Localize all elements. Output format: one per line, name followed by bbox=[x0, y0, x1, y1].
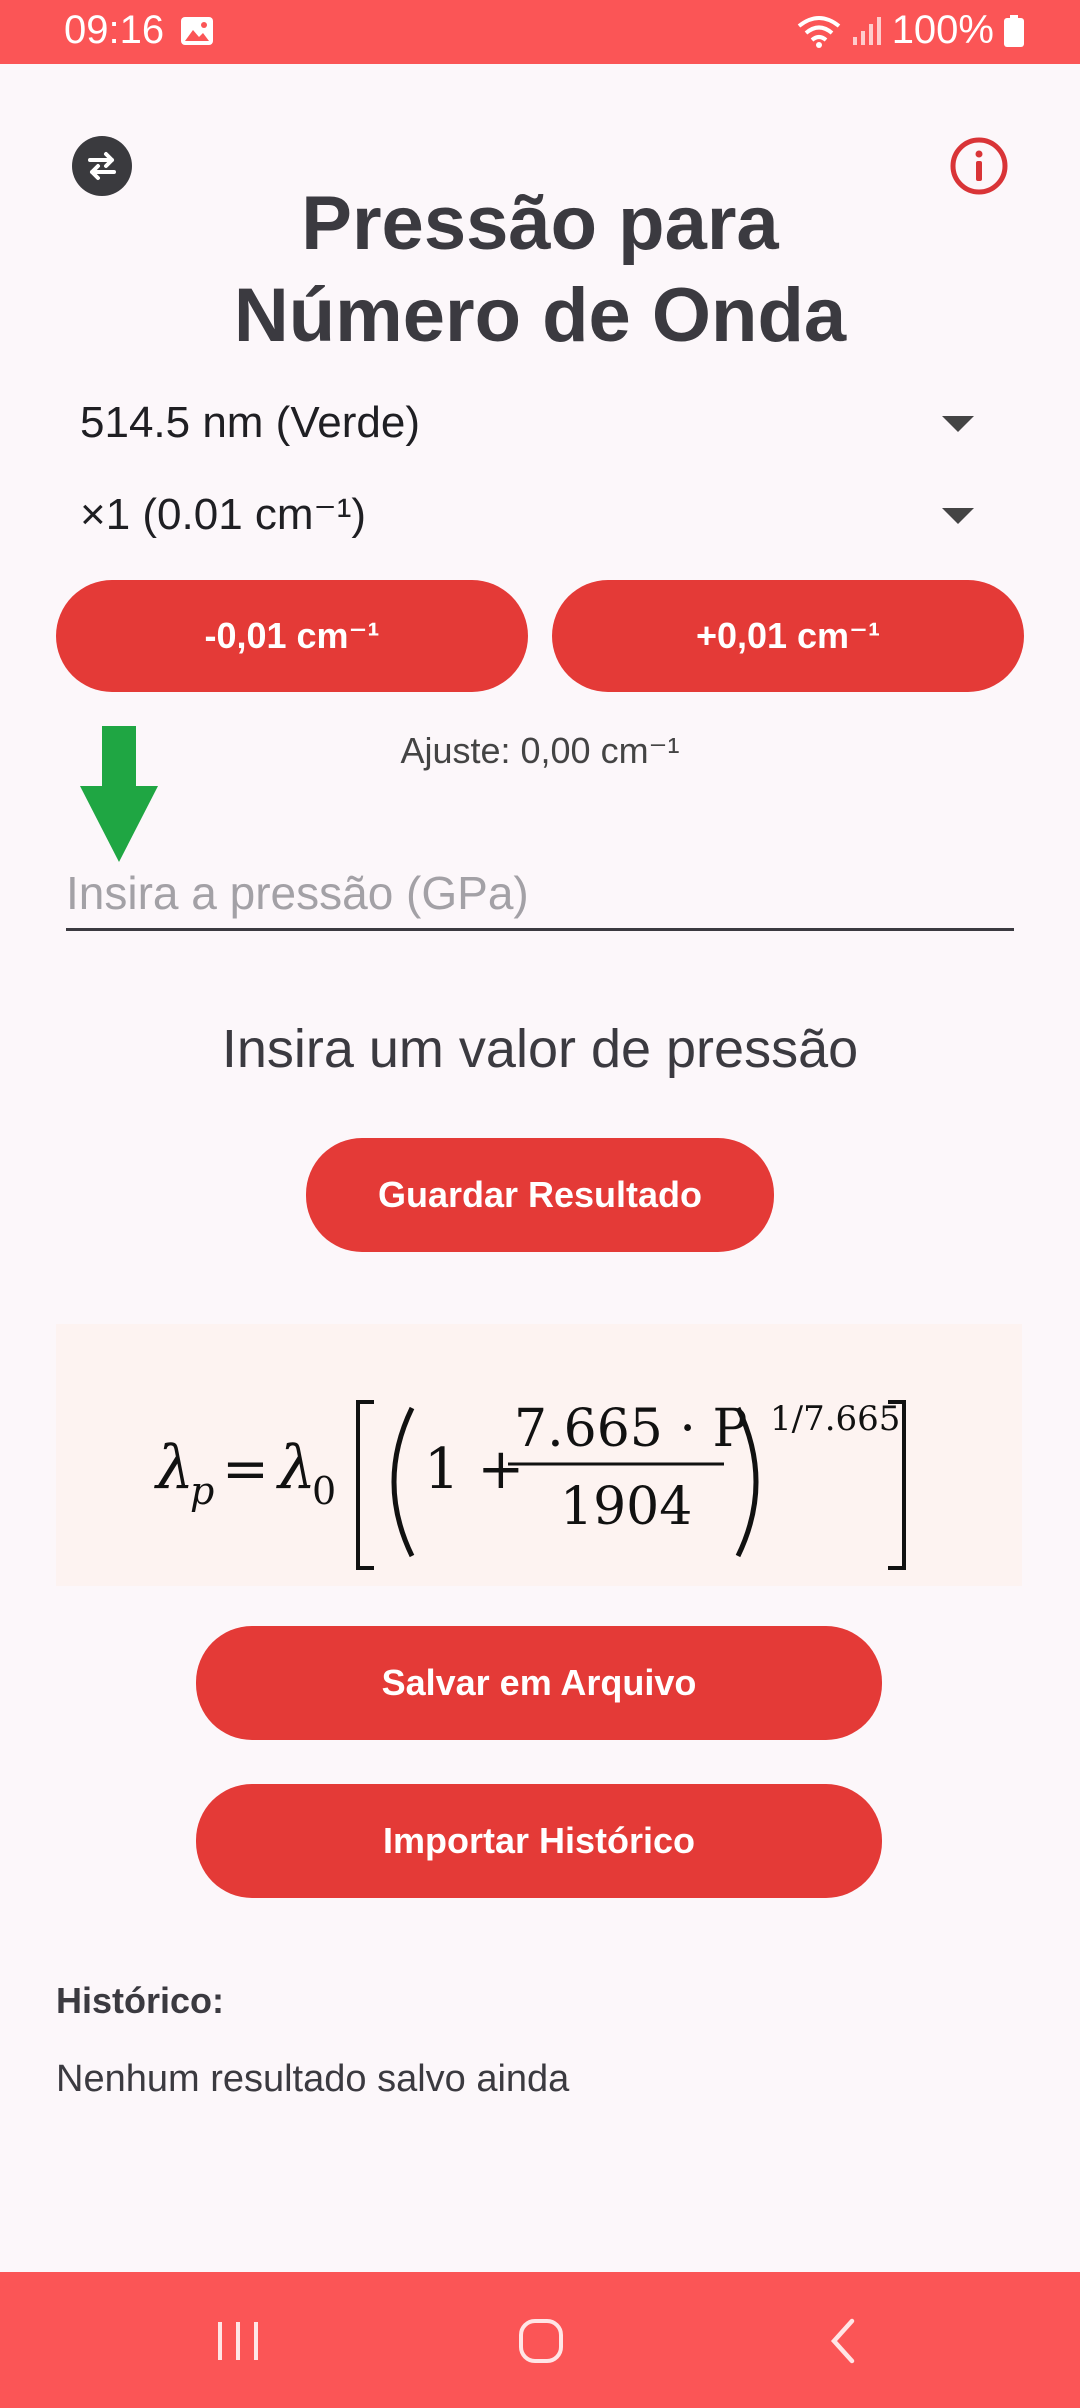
arrow-down-icon bbox=[80, 726, 158, 862]
formula-svg: λ p = λ 0 1 + 7.665 · P 1904 1/7.665 bbox=[154, 1399, 906, 1570]
back-icon[interactable] bbox=[826, 2316, 860, 2366]
formula-equals: = bbox=[222, 1437, 269, 1502]
save-result-button[interactable]: Guardar Resultado bbox=[306, 1138, 774, 1252]
status-time: 09:16 bbox=[64, 8, 165, 52]
history-title: Histórico: bbox=[56, 1980, 225, 2021]
formula-numerator: 7.665 · P bbox=[514, 1399, 747, 1459]
step-selected: ×1 (0.01 cm⁻¹) bbox=[80, 490, 367, 539]
step-dropdown[interactable]: ×1 (0.01 cm⁻¹) bbox=[80, 480, 980, 550]
pressure-input[interactable] bbox=[66, 858, 1014, 931]
formula-one-plus: 1 + bbox=[424, 1437, 524, 1502]
formula-lambda0-sub: 0 bbox=[312, 1469, 336, 1513]
home-icon[interactable] bbox=[516, 2316, 566, 2366]
page-title: Pressão para Número de Onda bbox=[0, 178, 1080, 362]
wavelength-dropdown[interactable]: 514.5 nm (Verde) bbox=[80, 388, 980, 458]
battery-icon bbox=[1004, 14, 1024, 47]
left-bracket bbox=[356, 1400, 374, 1570]
status-right: 100% bbox=[796, 8, 1024, 53]
formula-denominator: 1904 bbox=[560, 1477, 692, 1537]
left-paren bbox=[391, 1406, 415, 1558]
formula-box: λ p = λ 0 1 + 7.665 · P 1904 1/7.665 bbox=[56, 1324, 1022, 1586]
page-title-line1: Pressão para bbox=[301, 181, 779, 266]
battery-text: 100% bbox=[891, 8, 994, 52]
formula-lhs: λ bbox=[154, 1433, 194, 1503]
chevron-down-icon bbox=[942, 416, 974, 432]
wifi-icon bbox=[797, 15, 840, 48]
wavelength-selected: 514.5 nm (Verde) bbox=[80, 398, 420, 447]
history-empty-text: Nenhum resultado salvo ainda bbox=[56, 2058, 570, 2100]
increment-button[interactable]: +0,01 cm⁻¹ bbox=[552, 580, 1024, 692]
import-history-button[interactable]: Importar Histórico bbox=[196, 1784, 882, 1898]
signal-icon bbox=[852, 16, 881, 45]
page-title-line2: Número de Onda bbox=[233, 273, 847, 358]
save-file-button[interactable]: Salvar em Arquivo bbox=[196, 1626, 882, 1740]
formula-exponent: 1/7.665 bbox=[770, 1399, 900, 1439]
adjust-value: Ajuste: 0,00 cm⁻¹ bbox=[400, 730, 680, 771]
recent-apps-icon[interactable] bbox=[214, 2318, 262, 2364]
gallery-notification-icon bbox=[181, 17, 213, 45]
formula-lhs-sub: p bbox=[190, 1469, 214, 1513]
chevron-down-icon bbox=[942, 508, 974, 524]
navigation-bar bbox=[0, 2272, 1080, 2408]
formula-lambda0: λ bbox=[276, 1433, 316, 1503]
prompt-text: Insira um valor de pressão bbox=[221, 1019, 859, 1079]
status-bar: 09:16 100% bbox=[0, 0, 1080, 64]
decrement-button[interactable]: -0,01 cm⁻¹ bbox=[56, 580, 528, 692]
